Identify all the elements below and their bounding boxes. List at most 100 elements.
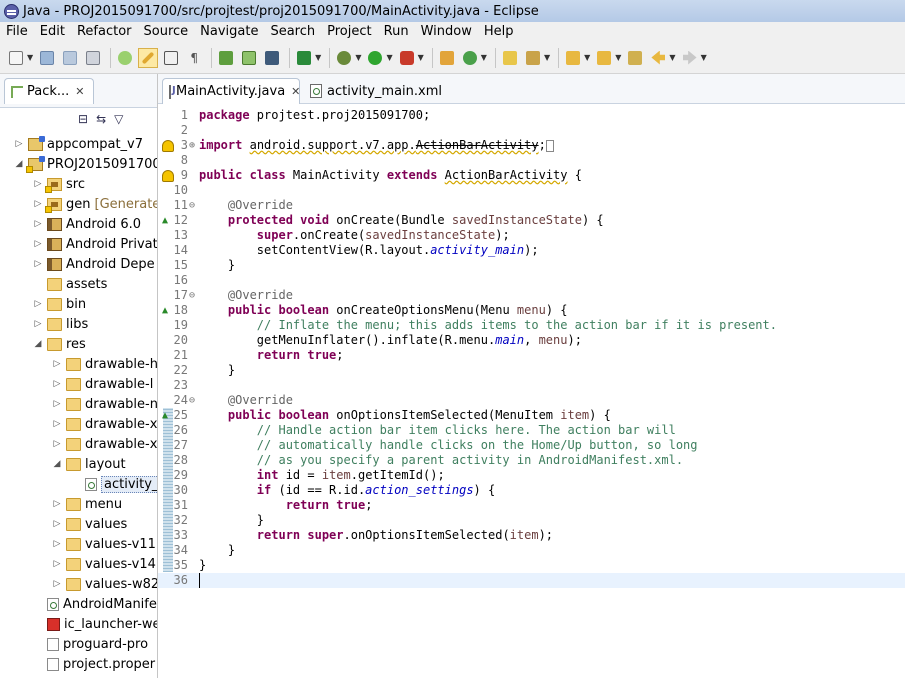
code-line[interactable]: 34 } — [158, 543, 905, 558]
tree-item[interactable]: ▷ values — [52, 514, 128, 534]
close-icon[interactable]: ✕ — [75, 85, 84, 98]
terminal-icon[interactable] — [262, 48, 282, 68]
menu-source[interactable]: Source — [138, 22, 195, 42]
close-icon[interactable]: ✕ — [291, 85, 300, 98]
toggle-block-selection-icon[interactable] — [161, 48, 181, 68]
toggle-mark-occurrences-icon[interactable] — [138, 47, 159, 68]
code-line[interactable]: 20 getMenuInflater().inflate(R.menu.main… — [158, 333, 905, 348]
tree-item[interactable]: ▷ libs — [33, 314, 89, 334]
forward-dropdown-icon[interactable]: ▼ — [701, 53, 707, 62]
tree-item[interactable]: ▷ drawable-l — [52, 374, 154, 394]
code-line[interactable]: 31 return true; — [158, 498, 905, 513]
tree-item[interactable]: ic_launcher-we — [33, 614, 157, 634]
tree-item[interactable]: ◢ res — [33, 334, 86, 354]
back-dropdown-icon[interactable]: ▼ — [669, 53, 675, 62]
override-marker-icon[interactable]: ▲ — [162, 303, 172, 318]
tree-item[interactable]: project.proper — [33, 654, 155, 674]
external-tools-dropdown-icon[interactable]: ▼ — [418, 53, 424, 62]
menu-run[interactable]: Run — [378, 22, 415, 42]
show-whitespace-icon[interactable]: ¶ — [184, 48, 204, 68]
expanded-icon[interactable]: ◢ — [52, 459, 62, 469]
code-line[interactable]: 12 ▲ protected void onCreate(Bundle saved… — [158, 213, 905, 228]
collapsed-icon[interactable]: ▷ — [33, 239, 43, 249]
save-icon[interactable] — [37, 48, 57, 68]
tree-item[interactable]: ▷ src — [33, 174, 85, 194]
code-line[interactable]: 32 } — [158, 513, 905, 528]
new-icon[interactable] — [6, 48, 26, 68]
collapsed-icon[interactable]: ▷ — [52, 519, 62, 529]
collapsed-icon[interactable]: ▷ — [33, 319, 43, 329]
menu-refactor[interactable]: Refactor — [71, 22, 138, 42]
lint-icon[interactable] — [239, 48, 259, 68]
collapsed-icon[interactable]: ▷ — [52, 579, 62, 589]
tree-item[interactable]: ▷ appcompat_v7 — [14, 134, 143, 154]
last-edit-location-icon[interactable] — [625, 48, 645, 68]
tree-item[interactable]: ▷ Android 6.0 — [33, 214, 142, 234]
run-icon[interactable] — [365, 48, 385, 68]
new-class-dropdown-icon[interactable]: ▼ — [481, 53, 487, 62]
tree-item[interactable]: ◢ layout — [52, 454, 126, 474]
collapsed-icon[interactable]: ▷ — [52, 419, 62, 429]
tree-item[interactable]: ▷ drawable-x — [52, 414, 157, 434]
code-line[interactable]: 1 package projtest.proj2015091700; — [158, 108, 905, 123]
build-icon[interactable] — [294, 48, 314, 68]
tab-activity-main-xml[interactable]: activity_main.xml — [304, 78, 444, 104]
collapsed-icon[interactable]: ▷ — [52, 379, 62, 389]
previous-annotation-icon[interactable] — [594, 48, 614, 68]
code-area[interactable]: 1 package projtest.proj2015091700; 2 3 ⊕ impo… — [158, 104, 905, 678]
code-line[interactable]: 30 if (id == R.id.action_settings) { — [158, 483, 905, 498]
menu-file[interactable]: File — [0, 22, 34, 42]
link-with-editor-icon[interactable]: ⇆ — [96, 112, 106, 126]
code-line[interactable]: 13 super.onCreate(savedInstanceState); — [158, 228, 905, 243]
code-line[interactable]: 15 } — [158, 258, 905, 273]
sdk-manager-icon[interactable] — [115, 48, 135, 68]
code-line[interactable]: 10 — [158, 183, 905, 198]
collapsed-icon[interactable]: ▷ — [52, 559, 62, 569]
code-line[interactable]: 33 return super.onOptionsItemSelected(it… — [158, 528, 905, 543]
expanded-icon[interactable]: ◢ — [33, 339, 43, 349]
collapsed-icon[interactable]: ▷ — [52, 539, 62, 549]
code-line[interactable]: 14 setContentView(R.layout.activity_main… — [158, 243, 905, 258]
tree-item[interactable]: ▷ Android Privat — [33, 234, 157, 254]
code-line[interactable]: 24 ⊖ @Override — [158, 393, 905, 408]
open-type-icon[interactable] — [500, 48, 520, 68]
next-annotation-icon[interactable] — [563, 48, 583, 68]
tree-item[interactable]: ▷ drawable-h — [52, 354, 157, 374]
run-dropdown-icon[interactable]: ▼ — [386, 53, 392, 62]
collapsed-icon[interactable]: ▷ — [33, 299, 43, 309]
tree-item[interactable]: ▷ values-v14 — [52, 554, 156, 574]
tree-item[interactable]: activity_ — [71, 474, 157, 494]
menu-project[interactable]: Project — [321, 22, 377, 42]
code-line[interactable]: 22 } — [158, 363, 905, 378]
menu-window[interactable]: Window — [415, 22, 478, 42]
collapsed-icon[interactable]: ▷ — [33, 219, 43, 229]
tree-item[interactable]: ▷ values-w82 — [52, 574, 157, 594]
search-dropdown-icon[interactable]: ▼ — [544, 53, 550, 62]
menu-navigate[interactable]: Navigate — [194, 22, 264, 42]
code-line[interactable]: 26 // Handle action bar item clicks here… — [158, 423, 905, 438]
tree-item[interactable]: AndroidManife — [33, 594, 157, 614]
tree-item[interactable]: ▷ drawable-x — [52, 434, 157, 454]
new-dropdown-icon[interactable]: ▼ — [27, 53, 33, 62]
code-line[interactable]: 28 // as you specify a parent activity i… — [158, 453, 905, 468]
debug-dropdown-icon[interactable]: ▼ — [355, 53, 361, 62]
collapsed-icon[interactable]: ▷ — [52, 499, 62, 509]
collapsed-icon[interactable]: ▷ — [33, 199, 43, 209]
code-line[interactable]: 17 ⊖ @Override — [158, 288, 905, 303]
code-line[interactable]: 16 — [158, 273, 905, 288]
expanded-icon[interactable]: ◢ — [14, 159, 24, 169]
code-line[interactable]: 27 // automatically handle clicks on the… — [158, 438, 905, 453]
code-line[interactable]: 8 — [158, 153, 905, 168]
fold-collapse-icon[interactable]: ⊖ — [189, 288, 198, 303]
fold-collapse-icon[interactable]: ⊖ — [189, 393, 198, 408]
fold-collapse-icon[interactable]: ⊖ — [189, 198, 198, 213]
print-icon[interactable] — [83, 48, 103, 68]
menu-edit[interactable]: Edit — [34, 22, 71, 42]
collapsed-icon[interactable]: ▷ — [14, 139, 24, 149]
back-icon[interactable] — [648, 48, 668, 68]
code-line[interactable]: 29 int id = item.getItemId(); — [158, 468, 905, 483]
avd-manager-icon[interactable] — [216, 48, 236, 68]
warning-marker-icon[interactable] — [162, 170, 174, 182]
code-line[interactable]: 19 // Inflate the menu; this adds items … — [158, 318, 905, 333]
tree-item[interactable]: assets — [33, 274, 107, 294]
